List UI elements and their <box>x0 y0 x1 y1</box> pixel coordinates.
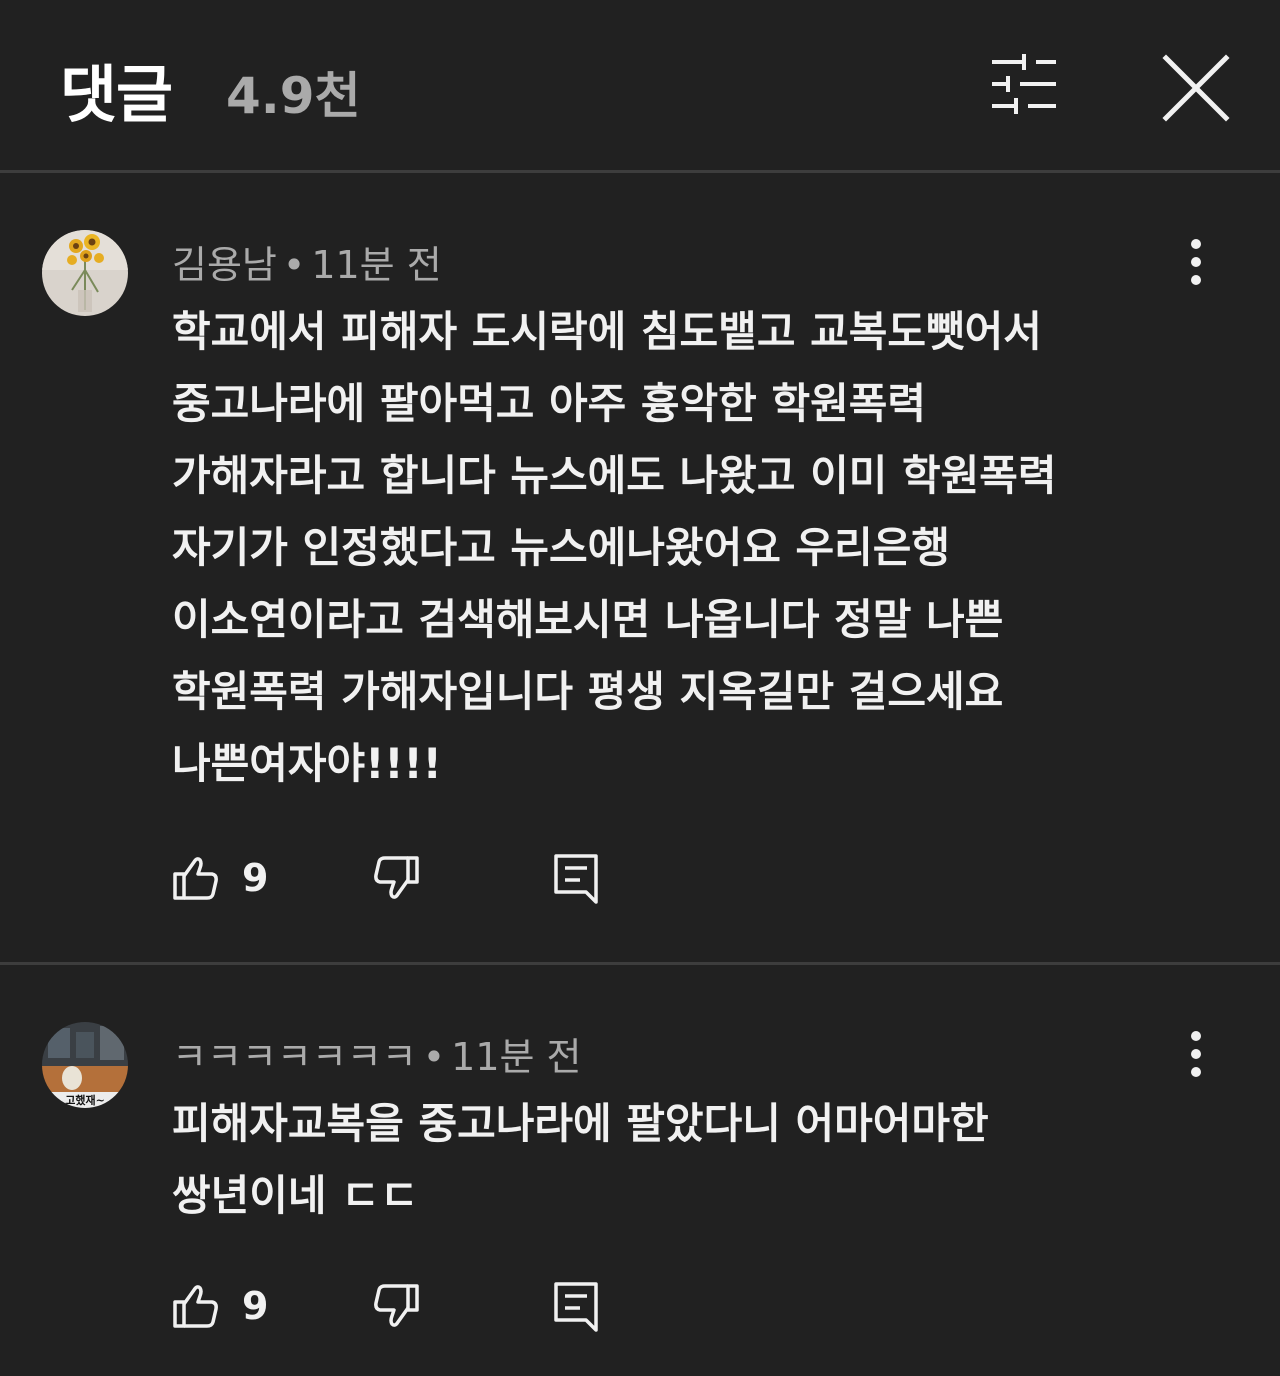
comments-header: 댓글 4.9천 <box>0 0 1280 172</box>
comment-text: 학교에서 피해자 도시락에 침도뱉고 교복도뺏어서 중고나라에 팔아먹고 아주 … <box>172 307 1057 788</box>
comment-meta: ㅋㅋㅋㅋㅋㅋㅋ • 11분 전 <box>172 1026 582 1081</box>
reply-icon <box>554 854 598 904</box>
meta-separator: • <box>282 243 306 287</box>
comment-author[interactable]: ㅋㅋㅋㅋㅋㅋㅋ <box>172 1035 417 1079</box>
comment-time: 11분 전 <box>311 243 442 287</box>
like-count: 9 <box>242 856 269 900</box>
more-options-icon[interactable] <box>1172 238 1220 286</box>
thumbs-down-icon <box>374 1284 419 1327</box>
meta-separator: • <box>422 1035 446 1079</box>
comment-text: 피해자교복을 중고나라에 팔았다니 어마어마한 쌍년이네 ㄷㄷ <box>172 1099 989 1220</box>
avatar[interactable]: 고했재~ <box>42 1022 128 1108</box>
comment-time: 11분 전 <box>451 1035 582 1079</box>
like-count: 9 <box>242 1284 269 1328</box>
comment-author[interactable]: 김용남 <box>172 243 277 287</box>
sort-filter-icon[interactable] <box>986 52 1064 116</box>
comment-divider <box>0 962 1280 965</box>
thumbs-up-icon <box>173 857 218 900</box>
comment-meta: 김용남 • 11분 전 <box>172 234 442 289</box>
like-button[interactable]: 9 <box>172 850 272 906</box>
thumbs-down-icon <box>374 856 419 899</box>
close-icon[interactable] <box>1160 52 1232 124</box>
header-title: 댓글 <box>60 58 173 131</box>
like-button[interactable]: 9 <box>172 1278 272 1334</box>
reply-icon <box>554 1282 598 1332</box>
reply-button[interactable] <box>552 1278 608 1334</box>
dislike-button[interactable] <box>372 1278 428 1334</box>
reply-button[interactable] <box>552 850 608 906</box>
thumbs-up-icon <box>173 1285 218 1328</box>
comment-count: 4.9천 <box>226 67 361 125</box>
dislike-button[interactable] <box>372 850 428 906</box>
more-options-icon[interactable] <box>1172 1030 1220 1078</box>
avatar[interactable] <box>42 230 128 316</box>
avatar-caption: 고했재~ <box>65 1093 105 1107</box>
header-divider <box>0 170 1280 173</box>
